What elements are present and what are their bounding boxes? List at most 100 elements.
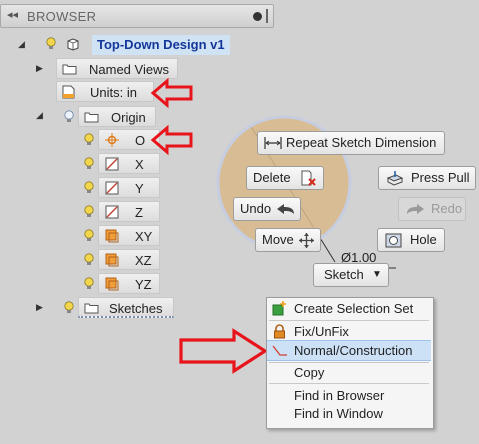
visibility-bulb-icon[interactable] — [64, 301, 74, 314]
menu-item-copy[interactable]: Copy — [267, 363, 431, 382]
normal-construction-label: Normal/Construction — [294, 343, 413, 358]
yz-plane-label: YZ — [135, 277, 152, 292]
tree-row-named-views[interactable]: ▶ Named Views — [36, 58, 178, 79]
visibility-bulb-icon[interactable] — [84, 133, 94, 146]
annotation-arrow-origin-point — [150, 124, 193, 156]
annotation-arrow-units — [150, 77, 193, 109]
menu-item-normal-construction[interactable]: Normal/Construction — [267, 340, 431, 361]
tree-row-xz-plane[interactable]: XZ — [80, 249, 160, 270]
tree-row-origin-point[interactable]: O — [80, 129, 160, 150]
move-button[interactable]: Move — [255, 228, 321, 252]
visibility-bulb-icon[interactable] — [84, 205, 94, 218]
named-views-label: Named Views — [89, 62, 169, 77]
menu-separator — [269, 320, 429, 321]
repeat-sketch-dimension-button[interactable]: Repeat Sketch Dimension — [257, 131, 445, 155]
undo-button[interactable]: Undo — [233, 197, 301, 221]
tree-row-x-axis[interactable]: X — [80, 153, 160, 174]
y-axis-label: Y — [135, 181, 144, 196]
plane-icon — [105, 277, 119, 291]
find-in-window-label: Find in Window — [294, 406, 383, 421]
find-in-browser-label: Find in Browser — [294, 388, 385, 403]
browser-title: BROWSER — [27, 9, 97, 24]
visibility-bulb-icon[interactable] — [46, 37, 56, 50]
visibility-bulb-icon[interactable] — [84, 229, 94, 242]
menu-item-find-in-browser[interactable]: Find in Browser — [267, 386, 431, 405]
tree-root-row[interactable]: ◢ Top-Down Design v1 — [18, 35, 238, 55]
collapse-panel-icon[interactable]: ◂◂ — [7, 8, 18, 21]
tree-row-z-axis[interactable]: Z — [80, 201, 160, 222]
redo-icon — [407, 204, 424, 214]
z-axis-label: Z — [135, 205, 143, 220]
hole-icon — [385, 233, 402, 248]
annotation-arrow-normal-construction — [179, 328, 268, 374]
fix-unfix-label: Fix/UnFix — [294, 324, 349, 339]
press-pull-button[interactable]: Press Pull — [378, 166, 476, 190]
create-selection-set-label: Create Selection Set — [294, 301, 414, 316]
tree-row-units[interactable]: Units: in — [56, 81, 154, 102]
component-icon — [67, 38, 79, 51]
tree-row-yz-plane[interactable]: YZ — [80, 273, 160, 294]
root-component-label[interactable]: Top-Down Design v1 — [92, 35, 230, 55]
expand-sketches-icon[interactable]: ▶ — [36, 302, 43, 313]
axis-icon — [105, 157, 119, 171]
visibility-bulb-off-icon[interactable] — [64, 110, 74, 123]
expand-origin-icon[interactable]: ◢ — [36, 110, 43, 121]
hole-button[interactable]: Hole — [377, 228, 445, 252]
redo-button[interactable]: Redo — [398, 197, 466, 221]
sketches-node: Sketches — [78, 297, 174, 318]
hole-label: Hole — [410, 232, 437, 247]
sketches-label: Sketches — [109, 301, 163, 316]
sketch-dropdown-button[interactable]: Sketch ▼ — [313, 263, 389, 287]
visibility-bulb-icon[interactable] — [84, 277, 94, 290]
axis-icon — [105, 181, 119, 195]
delete-button[interactable]: Delete — [246, 166, 324, 190]
xz-plane-label: XZ — [135, 253, 152, 268]
xz-plane-node: XZ — [98, 249, 160, 270]
redo-label: Redo — [431, 201, 463, 216]
xy-plane-label: XY — [135, 229, 153, 244]
yz-plane-node: YZ — [98, 273, 160, 294]
tree-row-sketches[interactable]: ▶ Sketches — [36, 297, 176, 318]
chevron-down-icon: ▼ — [372, 269, 382, 280]
x-axis-node: X — [98, 153, 160, 174]
origin-label: Origin — [111, 110, 146, 125]
sketch-label: Sketch — [324, 267, 364, 282]
undo-icon — [277, 204, 294, 214]
plane-icon — [105, 253, 119, 267]
visibility-bulb-icon[interactable] — [84, 157, 94, 170]
move-icon — [299, 233, 314, 248]
origin-point-icon — [105, 133, 119, 147]
plane-icon — [105, 229, 119, 243]
press-pull-icon — [386, 171, 404, 186]
expand-named-views-icon[interactable]: ▶ — [36, 63, 43, 74]
pin-icon[interactable] — [253, 12, 262, 21]
menu-separator — [269, 383, 429, 384]
folder-icon — [84, 303, 99, 314]
tree-row-xy-plane[interactable]: XY — [80, 225, 160, 246]
visibility-bulb-icon[interactable] — [84, 181, 94, 194]
menu-item-find-in-window[interactable]: Find in Window — [267, 404, 431, 423]
delete-icon — [301, 170, 316, 186]
origin-items: O X Y Z XY XZ YZ — [80, 129, 160, 297]
menu-item-create-selection-set[interactable]: Create Selection Set — [267, 299, 431, 318]
repeat-sketch-dimension-label: Repeat Sketch Dimension — [286, 135, 437, 150]
axis-icon — [105, 205, 119, 219]
undo-label: Undo — [240, 201, 272, 216]
copy-label: Copy — [294, 365, 325, 380]
press-pull-label: Press Pull — [411, 170, 470, 185]
expand-root-icon[interactable]: ◢ — [18, 39, 25, 50]
folder-icon — [62, 64, 77, 75]
delete-label: Delete — [253, 170, 291, 185]
move-label: Move — [262, 232, 294, 247]
y-axis-node: Y — [98, 177, 160, 198]
selection-set-icon — [272, 301, 286, 316]
tree-row-y-axis[interactable]: Y — [80, 177, 160, 198]
menu-item-fix-unfix[interactable]: Fix/UnFix — [267, 322, 431, 341]
panel-grip[interactable] — [266, 9, 268, 23]
document-settings-icon — [62, 85, 75, 99]
origin-point-label: O — [135, 133, 146, 148]
folder-icon — [84, 112, 99, 123]
tree-row-origin[interactable]: ◢ Origin — [36, 106, 156, 127]
visibility-bulb-icon[interactable] — [84, 253, 94, 266]
units-label: Units: in — [90, 85, 137, 100]
